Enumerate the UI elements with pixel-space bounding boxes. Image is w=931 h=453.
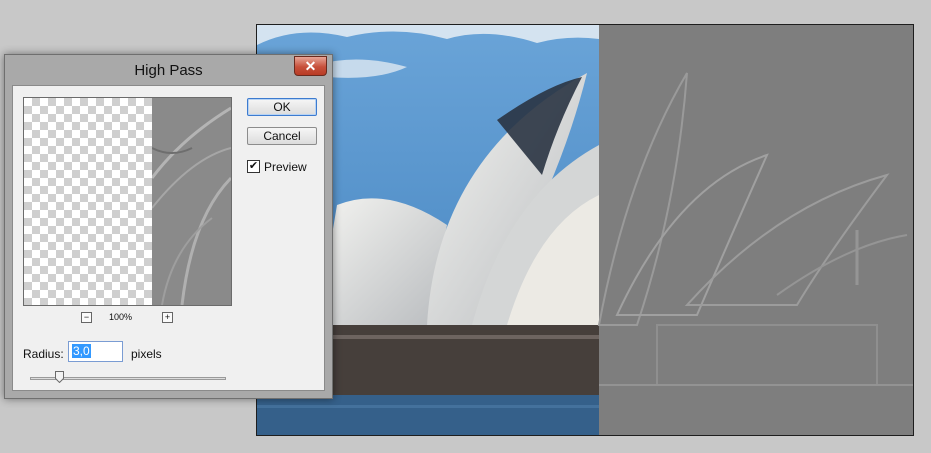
document-canvas[interactable]: [256, 24, 914, 436]
filter-preview[interactable]: [23, 97, 232, 306]
radius-value: 3,0: [72, 344, 91, 358]
preview-high-pass-detail: [152, 98, 231, 305]
radius-input[interactable]: 3,0: [68, 341, 123, 362]
zoom-out-button[interactable]: −: [81, 312, 92, 323]
dialog-body: − 100% + Radius: 3,0 pixels OK Cancel ✔ …: [12, 85, 325, 391]
close-icon: ✕: [304, 58, 317, 74]
cancel-button[interactable]: Cancel: [247, 127, 317, 145]
dialog-titlebar[interactable]: High Pass ✕: [5, 55, 332, 85]
preview-label[interactable]: Preview: [264, 160, 307, 174]
high-pass-dialog: High Pass ✕ − 100% + Radius: 3,0 pixels: [4, 54, 333, 399]
photo-sydney-opera-house: [257, 25, 913, 435]
preview-checkbox[interactable]: ✔: [247, 160, 260, 173]
zoom-in-button[interactable]: +: [162, 312, 173, 323]
transparency-checkerboard: [24, 98, 152, 305]
slider-thumb-icon[interactable]: [55, 371, 65, 383]
radius-label: Radius:: [23, 347, 64, 361]
ok-button[interactable]: OK: [247, 98, 317, 116]
checkmark-icon: ✔: [248, 160, 259, 172]
dialog-title: High Pass: [134, 62, 203, 79]
zoom-level: 100%: [109, 312, 133, 322]
close-button[interactable]: ✕: [294, 56, 327, 76]
radius-unit: pixels: [131, 347, 162, 361]
